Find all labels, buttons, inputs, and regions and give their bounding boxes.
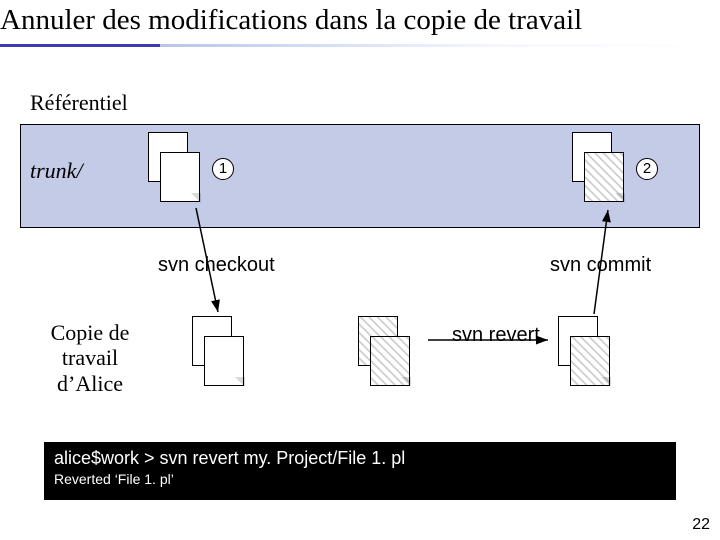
label-revert: svn revert	[452, 324, 540, 347]
label-commit: svn commit	[550, 254, 651, 277]
revision-badge-1: 1	[212, 158, 234, 180]
revision-badge-2: 2	[636, 158, 658, 180]
file-icon	[204, 336, 244, 386]
terminal-command: alice$work > svn revert my. Project/File…	[54, 448, 666, 469]
trunk-label: trunk/	[30, 158, 83, 184]
terminal: alice$work > svn revert my. Project/File…	[44, 442, 676, 500]
label-checkout: svn checkout	[158, 254, 275, 277]
slide-title: Annuler des modifications dans la copie …	[0, 4, 720, 37]
working-copy-label: Copie de travail d’Alice	[30, 320, 150, 396]
file-icon	[160, 152, 200, 202]
page-number: 22	[692, 516, 710, 534]
repository-label: Référentiel	[30, 90, 128, 116]
file-icon-hatched	[584, 152, 624, 202]
title-underline	[0, 44, 720, 50]
file-icon-hatched	[370, 336, 410, 386]
terminal-response: Reverted ‘File 1. pl’	[54, 471, 666, 487]
file-icon-hatched	[570, 336, 610, 386]
